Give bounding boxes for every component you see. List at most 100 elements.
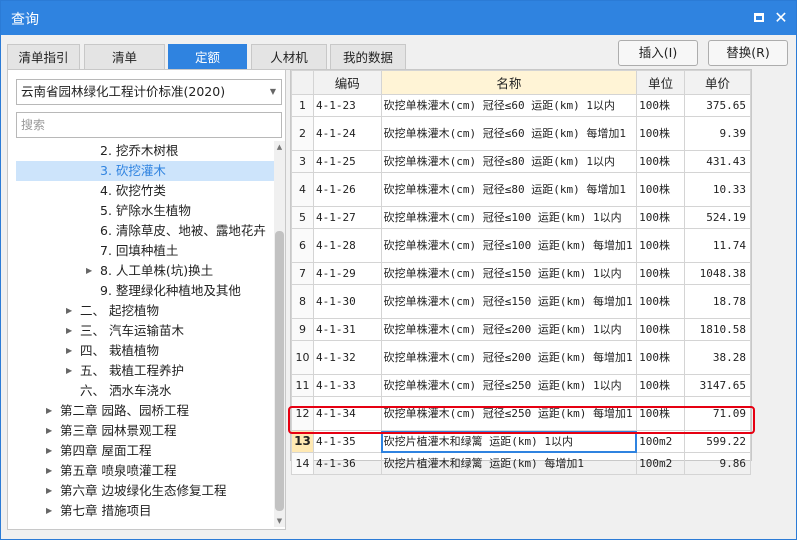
replace-button[interactable]: 替换(R) xyxy=(708,40,788,66)
quota-name[interactable]: 砍挖单株灌木(cm) 冠径≤250 运距(km) 1以内 xyxy=(380,374,638,397)
table-row[interactable]: 2 4-1-24 砍挖单株灌木(cm) 冠径≤60 运距(km) 每增加1 100株 9… xyxy=(291,116,751,151)
scroll-down-icon[interactable]: ▼ xyxy=(274,515,285,527)
expand-arrow-icon[interactable]: ▶ xyxy=(66,321,72,341)
quota-price[interactable]: 9.86 xyxy=(684,452,751,475)
expand-arrow-icon[interactable]: ▶ xyxy=(46,481,52,501)
column-header-name[interactable]: 名称 xyxy=(380,70,638,95)
column-header-code[interactable]: 编码 xyxy=(312,70,382,95)
table-row[interactable]: 14 4-1-36 砍挖片植灌木和绿篱 运距(km) 每增加1 100m2 9.86 xyxy=(291,452,751,475)
quota-code[interactable]: 4-1-32 xyxy=(312,340,382,375)
quota-price[interactable]: 10.33 xyxy=(684,172,751,207)
tree-item[interactable]: ▶ 三、 汽车运输苗木 xyxy=(16,321,274,341)
table-row[interactable]: 11 4-1-33 砍挖单株灌木(cm) 冠径≤250 运距(km) 1以内 100株… xyxy=(291,374,751,397)
quota-code[interactable]: 4-1-30 xyxy=(312,284,382,319)
expand-arrow-icon[interactable]: ▶ xyxy=(86,261,92,281)
expand-arrow-icon[interactable]: ▶ xyxy=(46,401,52,421)
table-row[interactable]: 5 4-1-27 砍挖单株灌木(cm) 冠径≤100 运距(km) 1以内 100株 5… xyxy=(291,206,751,229)
quota-price[interactable]: 431.43 xyxy=(684,150,751,173)
tree-item[interactable]: 6. 清除草皮、地被、露地花卉 xyxy=(16,221,274,241)
tab-labor-material-machine[interactable]: 人材机 xyxy=(251,44,327,70)
table-row[interactable]: 12 4-1-34 砍挖单株灌木(cm) 冠径≤250 运距(km) 每增加1 100… xyxy=(291,396,751,431)
expand-arrow-icon[interactable]: ▶ xyxy=(46,421,52,441)
column-header-price[interactable]: 单价 xyxy=(684,70,751,95)
row-number[interactable]: 5 xyxy=(291,206,314,229)
tab-bill-guide[interactable]: 清单指引 xyxy=(7,44,80,70)
row-number[interactable]: 7 xyxy=(291,262,314,285)
tree-item[interactable]: ▶ 第二章 园路、园桥工程 xyxy=(16,401,274,421)
table-row[interactable]: 7 4-1-29 砍挖单株灌木(cm) 冠径≤150 运距(km) 1以内 100株 1… xyxy=(291,262,751,285)
quota-name[interactable]: 砍挖单株灌木(cm) 冠径≤80 运距(km) 每增加1 xyxy=(380,172,638,207)
close-icon[interactable]: ✕ xyxy=(771,8,791,28)
maximize-icon[interactable] xyxy=(749,8,769,28)
row-number[interactable]: 9 xyxy=(291,318,314,341)
tree-item[interactable]: ▶ 第六章 边坡绿化生态修复工程 xyxy=(16,481,274,501)
tree-item[interactable]: ▶ 第三章 园林景观工程 xyxy=(16,421,274,441)
quota-code[interactable]: 4-1-29 xyxy=(312,262,382,285)
quota-price[interactable]: 11.74 xyxy=(684,228,751,263)
table-row[interactable]: 1 4-1-23 砍挖单株灌木(cm) 冠径≤60 运距(km) 1以内 100株 37… xyxy=(291,94,751,117)
table-row[interactable]: 3 4-1-25 砍挖单株灌木(cm) 冠径≤80 运距(km) 1以内 100株 43… xyxy=(291,150,751,173)
quota-price[interactable]: 1810.58 xyxy=(684,318,751,341)
tree-item[interactable]: 2. 挖乔木树根 xyxy=(16,141,274,161)
expand-arrow-icon[interactable]: ▶ xyxy=(46,461,52,481)
table-row[interactable]: 6 4-1-28 砍挖单株灌木(cm) 冠径≤100 运距(km) 每增加1 100株… xyxy=(291,228,751,263)
table-row[interactable]: 8 4-1-30 砍挖单株灌木(cm) 冠径≤150 运距(km) 每增加1 100株… xyxy=(291,284,751,319)
row-number[interactable]: 14 xyxy=(291,452,314,475)
quota-code[interactable]: 4-1-35 xyxy=(312,430,382,453)
quota-code[interactable]: 4-1-25 xyxy=(312,150,382,173)
search-input[interactable] xyxy=(16,112,282,138)
quota-unit[interactable]: 100株 xyxy=(636,228,686,263)
quota-price[interactable]: 599.22 xyxy=(684,430,751,453)
quota-unit[interactable]: 100m2 xyxy=(636,430,686,453)
quota-code[interactable]: 4-1-36 xyxy=(312,452,382,475)
scrollbar-thumb[interactable] xyxy=(275,231,284,511)
row-number[interactable]: 12 xyxy=(291,396,314,431)
tab-bill[interactable]: 清单 xyxy=(84,44,165,70)
tree-item[interactable]: ▶ 8. 人工单株(坑)换土 xyxy=(16,261,274,281)
quota-unit[interactable]: 100株 xyxy=(636,340,686,375)
quota-code[interactable]: 4-1-26 xyxy=(312,172,382,207)
tree-item[interactable]: 7. 回填种植土 xyxy=(16,241,274,261)
table-row[interactable]: 9 4-1-31 砍挖单株灌木(cm) 冠径≤200 运距(km) 1以内 100株 1… xyxy=(291,318,751,341)
quota-name[interactable]: 砍挖单株灌木(cm) 冠径≤150 运距(km) 1以内 xyxy=(380,262,638,285)
quota-code[interactable]: 4-1-27 xyxy=(312,206,382,229)
expand-arrow-icon[interactable]: ▶ xyxy=(66,341,72,361)
tree-item[interactable]: ▶ 第五章 喷泉喷灌工程 xyxy=(16,461,274,481)
tree-item[interactable]: ▶ 四、 栽植植物 xyxy=(16,341,274,361)
row-number[interactable]: 3 xyxy=(291,150,314,173)
tree-item[interactable]: ▶ 第七章 措施项目 xyxy=(16,501,274,521)
tree-scrollbar[interactable]: ▲ ▼ xyxy=(274,141,285,527)
quota-unit[interactable]: 100株 xyxy=(636,172,686,207)
quota-name[interactable]: 砍挖单株灌木(cm) 冠径≤60 运距(km) 1以内 xyxy=(380,94,638,117)
quota-name[interactable]: 砍挖片植灌木和绿篱 运距(km) 1以内 xyxy=(380,430,638,453)
quota-code[interactable]: 4-1-23 xyxy=(312,94,382,117)
quota-unit[interactable]: 100株 xyxy=(636,206,686,229)
quota-unit[interactable]: 100株 xyxy=(636,116,686,151)
expand-arrow-icon[interactable]: ▶ xyxy=(66,301,72,321)
quota-name[interactable]: 砍挖单株灌木(cm) 冠径≤100 运距(km) 每增加1 xyxy=(380,228,638,263)
quota-unit[interactable]: 100m2 xyxy=(636,452,686,475)
tab-quota[interactable]: 定额 xyxy=(168,44,247,70)
tab-my-data[interactable]: 我的数据 xyxy=(330,44,406,70)
standard-select[interactable]: 云南省园林绿化工程计价标准(2020) ▼ xyxy=(16,79,282,105)
quota-unit[interactable]: 100株 xyxy=(636,94,686,117)
insert-button[interactable]: 插入(I) xyxy=(618,40,698,66)
row-number[interactable]: 11 xyxy=(291,374,314,397)
quota-unit[interactable]: 100株 xyxy=(636,374,686,397)
tree-item[interactable]: 3. 砍挖灌木 xyxy=(16,161,274,181)
quota-price[interactable]: 375.65 xyxy=(684,94,751,117)
quota-price[interactable]: 1048.38 xyxy=(684,262,751,285)
column-header-unit[interactable]: 单位 xyxy=(636,70,686,95)
quota-code[interactable]: 4-1-28 xyxy=(312,228,382,263)
quota-price[interactable]: 71.09 xyxy=(684,396,751,431)
quota-name[interactable]: 砍挖单株灌木(cm) 冠径≤200 运距(km) 1以内 xyxy=(380,318,638,341)
tree-item[interactable]: ▶ 第四章 屋面工程 xyxy=(16,441,274,461)
expand-arrow-icon[interactable]: ▶ xyxy=(46,501,52,521)
table-row[interactable]: 13 4-1-35 砍挖片植灌木和绿篱 运距(km) 1以内 100m2 599.22 xyxy=(291,430,751,453)
quota-unit[interactable]: 100株 xyxy=(636,318,686,341)
row-number[interactable]: 4 xyxy=(291,172,314,207)
expand-arrow-icon[interactable]: ▶ xyxy=(46,441,52,461)
quota-name[interactable]: 砍挖单株灌木(cm) 冠径≤200 运距(km) 每增加1 xyxy=(380,340,638,375)
row-number[interactable]: 13 xyxy=(291,430,314,453)
quota-price[interactable]: 3147.65 xyxy=(684,374,751,397)
